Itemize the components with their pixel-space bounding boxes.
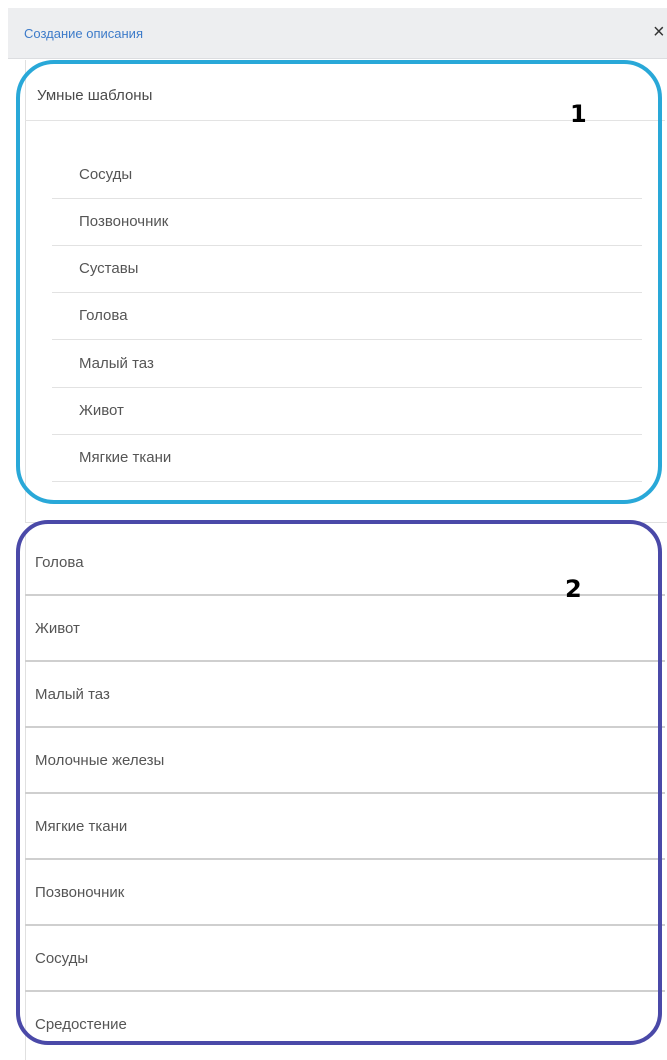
smart-template-label: Живот: [79, 402, 124, 419]
template-item[interactable]: Средостение: [25, 992, 665, 1058]
smart-template-label: Малый таз: [79, 355, 154, 372]
template-item[interactable]: Молочные железы: [25, 728, 665, 794]
template-label: Средостение: [35, 1016, 127, 1033]
template-label: Позвоночник: [35, 884, 125, 901]
template-item[interactable]: Малый таз: [25, 662, 665, 728]
template-item[interactable]: Сосуды: [25, 926, 665, 992]
smart-template-item[interactable]: Голова: [52, 293, 642, 340]
template-label: Малый таз: [35, 686, 110, 703]
smart-template-label: Голова: [79, 307, 128, 324]
annotation-number-2: 2: [565, 575, 582, 603]
smart-template-label: Сосуды: [79, 166, 133, 183]
smart-template-label: Суставы: [79, 260, 139, 277]
annotation-number-1: 1: [570, 100, 587, 128]
template-item[interactable]: Позвоночник: [25, 860, 665, 926]
template-label: Сосуды: [35, 950, 89, 967]
template-label: Молочные железы: [35, 752, 165, 769]
smart-template-item[interactable]: Сосуды: [52, 152, 642, 199]
template-label: Живот: [35, 620, 80, 637]
smart-template-item[interactable]: Живот: [52, 388, 642, 435]
dialog-header: Создание описания ×: [8, 8, 667, 59]
smart-template-item[interactable]: Суставы: [52, 246, 642, 293]
dialog-title: Создание описания: [24, 26, 143, 41]
smart-template-item[interactable]: Позвоночник: [52, 199, 642, 246]
template-label: Мягкие ткани: [35, 818, 128, 835]
smart-templates-title: Умные шаблоны: [37, 87, 153, 104]
template-item[interactable]: Мягкие ткани: [25, 794, 665, 860]
smart-template-item[interactable]: Мягкие ткани: [52, 435, 642, 482]
template-item[interactable]: Живот: [25, 596, 665, 662]
close-icon[interactable]: ×: [653, 21, 665, 44]
smart-template-label: Позвоночник: [79, 213, 169, 230]
smart-template-item[interactable]: Малый таз: [52, 341, 642, 388]
smart-template-label: Мягкие ткани: [79, 449, 172, 466]
template-label: Голова: [35, 554, 84, 571]
